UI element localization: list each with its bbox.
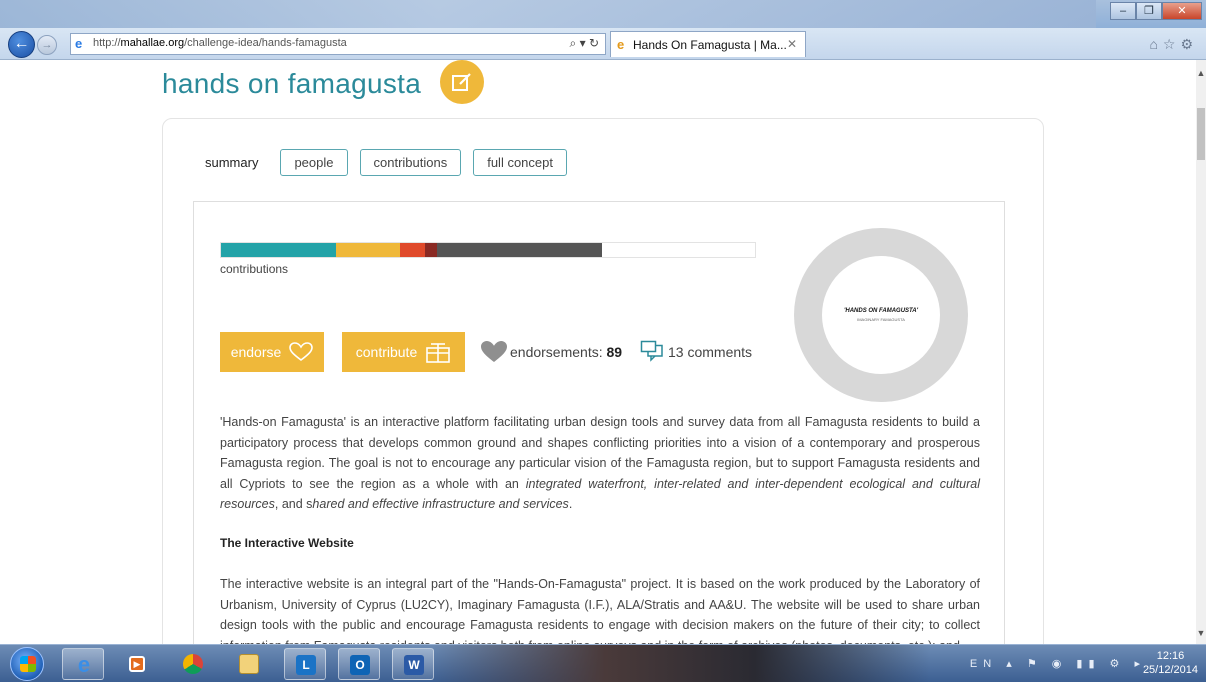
contributions-progress-bar [220, 242, 756, 258]
section-paragraph: The interactive website is an integral p… [220, 577, 980, 644]
tab-title: Hands On Famagusta | Ma... [633, 38, 787, 52]
contribute-button[interactable]: contribute [342, 332, 465, 372]
search-refresh-icons[interactable]: ⌕ ▾ ↻ [570, 36, 599, 51]
progress-segment-4 [436, 243, 603, 257]
tab-favicon-icon: e [617, 37, 625, 52]
restore-button[interactable]: ❐ [1136, 2, 1162, 20]
scroll-up-icon[interactable]: ▲ [1196, 68, 1206, 78]
progress-segment-2 [399, 243, 425, 257]
taskbar-explorer[interactable] [228, 648, 270, 680]
taskbar-word[interactable]: W [392, 648, 434, 680]
outlook-icon: O [350, 655, 370, 675]
tab-close-icon[interactable]: ✕ [787, 37, 797, 51]
idea-logo-ring: 'HANDS ON FAMAGUSTA' IMAGINARY FAMAGUSTA [794, 228, 968, 402]
section-heading: The Interactive Website [220, 536, 354, 550]
window-controls: – ❐ ✕ [1110, 2, 1202, 20]
back-button[interactable]: ← [8, 31, 35, 58]
progress-segment-0 [221, 243, 336, 257]
folder-icon [239, 654, 259, 674]
ie-page-icon: e [75, 36, 83, 51]
minimize-button[interactable]: – [1110, 2, 1136, 20]
page-viewport: hands on famagusta summary people contri… [0, 60, 1196, 644]
close-window-button[interactable]: ✕ [1162, 2, 1202, 20]
scroll-thumb[interactable] [1197, 108, 1205, 160]
endorsements-count: endorsements: 89 [510, 344, 623, 360]
logo-subtitle: IMAGINARY FAMAGUSTA [857, 317, 905, 322]
tab-people[interactable]: people [280, 149, 348, 176]
idea-tabs: summary people contributions full concep… [205, 149, 567, 176]
lync-icon: L [296, 655, 316, 675]
taskbar-media[interactable]: ▶ [116, 648, 158, 680]
page-title: hands on famagusta [162, 68, 422, 99]
idea-card: summary people contributions full concep… [162, 118, 1044, 644]
forward-button[interactable]: → [37, 35, 57, 55]
titlebar-background [0, 0, 1096, 28]
tab-full-concept[interactable]: full concept [473, 149, 567, 176]
edit-button[interactable] [440, 60, 484, 104]
scroll-down-icon[interactable]: ▼ [1196, 628, 1206, 638]
intro-paragraph: 'Hands-on Famagusta' is an interactive p… [220, 415, 981, 511]
taskbar-lync[interactable]: L [284, 648, 326, 680]
progress-label: contributions [220, 262, 289, 276]
page-scrollbar[interactable]: ▲ ▼ [1196, 60, 1206, 644]
home-favorites-settings-icons[interactable]: ⌂☆⚙ [1149, 36, 1198, 53]
chrome-icon [183, 654, 203, 674]
progress-segment-1 [335, 243, 400, 257]
summary-panel: contributions endorse contribute endorse… [193, 201, 1005, 644]
logo-title: 'HANDS ON FAMAGUSTA' [843, 308, 919, 314]
contribute-label: contribute [355, 344, 418, 360]
tab-summary[interactable]: summary [205, 155, 268, 170]
tab-contributions[interactable]: contributions [359, 149, 462, 176]
start-button[interactable] [10, 647, 44, 681]
edit-icon [452, 73, 471, 91]
ie-icon: e [77, 652, 91, 677]
browser-tab-active[interactable]: e Hands On Famagusta | Ma... ✕ [610, 31, 806, 57]
comments-icon[interactable] [640, 340, 664, 362]
progress-segment-3 [424, 243, 437, 257]
endorse-label: endorse [230, 344, 282, 360]
system-tray[interactable]: EN ▴ ⚑ ◉ ▮▮ ⚙ ▸ [970, 657, 1146, 670]
browser-navbar: ← → e http://mahallae.org/challenge-idea… [0, 28, 1206, 60]
taskbar-ie[interactable]: e [62, 648, 104, 680]
idea-logo: 'HANDS ON FAMAGUSTA' IMAGINARY FAMAGUSTA [822, 256, 940, 374]
address-url[interactable]: http://mahallae.org/challenge-idea/hands… [93, 37, 347, 49]
progress-segment-5 [602, 243, 755, 257]
heart-outline-icon [289, 342, 314, 362]
window-titlebar: – ❐ ✕ [0, 0, 1206, 28]
taskbar-outlook[interactable]: O [338, 648, 380, 680]
taskbar-chrome[interactable] [172, 648, 214, 680]
address-bar[interactable]: e http://mahallae.org/challenge-idea/han… [70, 33, 606, 55]
windows-logo-icon [20, 656, 36, 672]
clock[interactable]: 12:16 25/12/2014 [1143, 649, 1198, 677]
word-icon: W [404, 655, 424, 675]
endorse-button[interactable]: endorse [220, 332, 324, 372]
taskbar-wallpaper [430, 645, 930, 682]
media-player-icon: ▶ [129, 656, 145, 672]
endorsements-heart-icon [481, 341, 507, 362]
windows-taskbar: e ▶ L O W EN ▴ ⚑ ◉ ▮▮ ⚙ ▸ 12:16 25/12/201… [0, 644, 1206, 682]
gift-icon [426, 343, 451, 363]
comments-link[interactable]: 13 comments [668, 344, 752, 360]
